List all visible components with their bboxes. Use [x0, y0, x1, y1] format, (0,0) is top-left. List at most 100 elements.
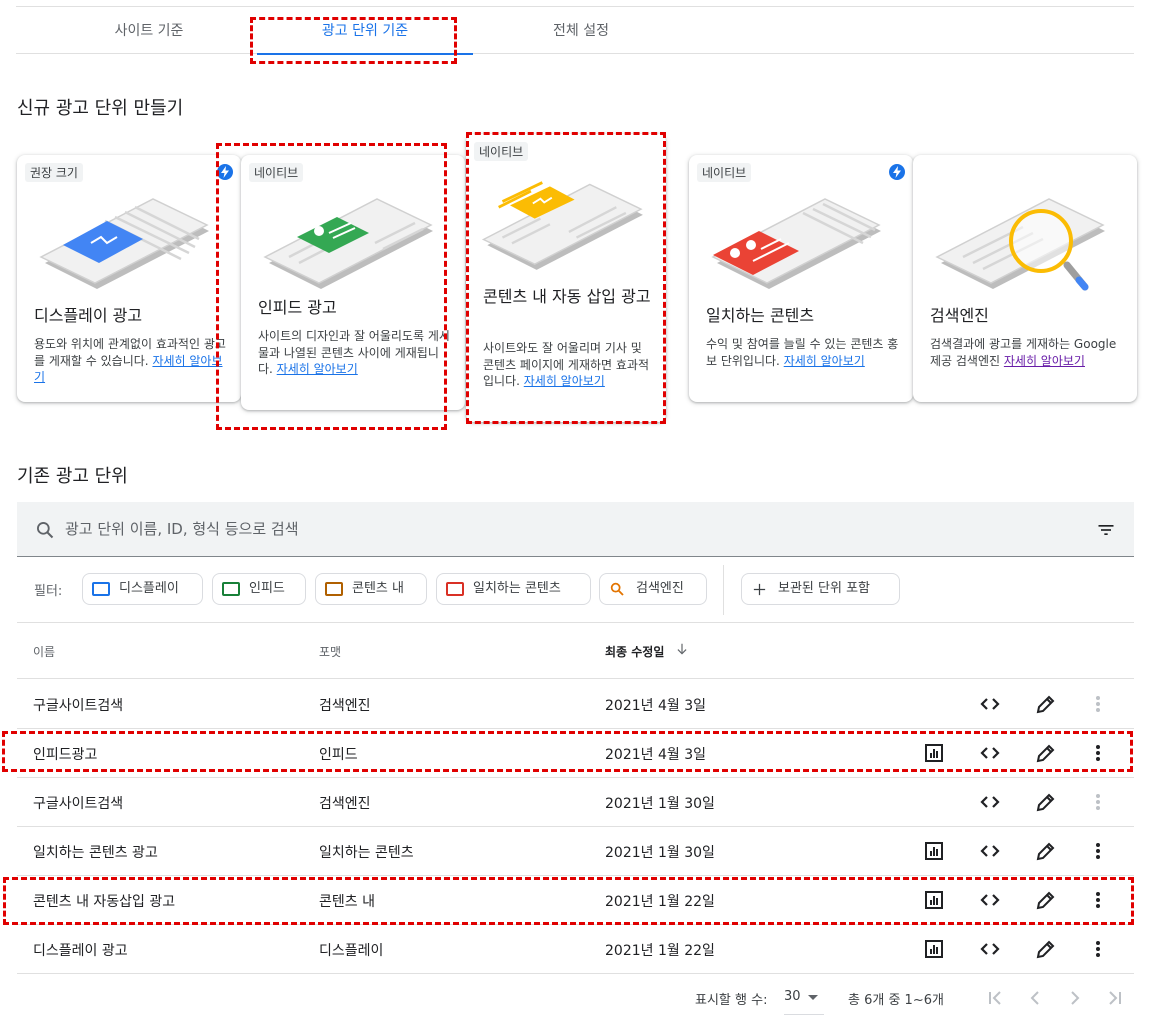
code-icon[interactable] — [978, 741, 1002, 765]
more-vert-icon — [1086, 692, 1110, 716]
report-icon[interactable] — [922, 839, 946, 863]
ad-unit-last-modified: 2021년 4월 3일 — [605, 698, 706, 714]
previous-page-icon[interactable] — [1023, 986, 1047, 1010]
dropdown-arrow-icon — [808, 995, 818, 1000]
ad-unit-format: 검색엔진 — [319, 796, 371, 812]
display-ad-illustration — [39, 198, 209, 289]
ad-unit-last-modified: 2021년 1월 22일 — [605, 943, 715, 959]
card-badge: 권장 크기 — [25, 163, 83, 182]
include-archived-chip[interactable]: 보관된 단위 포함 — [741, 573, 900, 605]
ad-unit-format: 검색엔진 — [319, 698, 371, 714]
code-icon[interactable] — [978, 888, 1002, 912]
last-page-icon[interactable] — [1103, 986, 1127, 1010]
card-title: 인피드 광고 — [258, 298, 337, 317]
ad-unit-search-bar — [17, 502, 1134, 557]
table-row: 구글사이트검색 검색엔진 2021년 1월 30일 — [17, 778, 1134, 827]
ad-unit-name[interactable]: 디스플레이 광고 — [33, 940, 128, 960]
column-header-name[interactable]: 이름 — [33, 643, 55, 660]
filter-chip-search-engine[interactable]: 검색엔진 — [599, 573, 707, 605]
card-title: 콘텐츠 내 자동 삽입 광고 — [483, 287, 651, 306]
filter-chip-matched-content[interactable]: 일치하는 콘텐츠 — [436, 573, 591, 605]
chip-label: 일치하는 콘텐츠 — [473, 581, 561, 596]
filter-bar: 필터: 디스플레이 인피드 콘텐츠 내 일치하는 콘텐츠 검색엔진 보관된 단위… — [17, 565, 1134, 615]
filter-list-icon[interactable] — [1096, 520, 1116, 540]
edit-pencil-icon[interactable] — [1034, 888, 1058, 912]
learn-more-link[interactable]: 자세히 알아보기 — [784, 354, 865, 368]
learn-more-link[interactable]: 자세히 알아보기 — [524, 374, 605, 388]
table-row: 구글사이트검색 검색엔진 2021년 4월 3일 — [17, 680, 1134, 729]
chip-label: 디스플레이 — [119, 581, 179, 596]
ad-unit-name[interactable]: 구글사이트검색 — [33, 695, 123, 715]
chip-label: 보관된 단위 포함 — [778, 581, 870, 596]
more-vert-icon[interactable] — [1086, 888, 1110, 912]
card-matched-content[interactable]: 네이티브 일치하는 콘텐츠 수익 및 참여를 늘릴 수 있는 콘텐츠 홍보 단위… — [689, 155, 913, 402]
tab-by-site[interactable]: 사이트 기준 — [74, 8, 224, 54]
report-icon[interactable] — [922, 888, 946, 912]
search-input[interactable] — [65, 512, 965, 546]
ad-unit-last-modified: 2021년 1월 30일 — [605, 845, 715, 861]
first-page-icon[interactable] — [983, 986, 1007, 1010]
report-icon[interactable] — [922, 741, 946, 765]
search-engine-illustration — [935, 198, 1105, 291]
page-range-text: 총 6개 중 1~6개 — [848, 993, 944, 1008]
code-icon[interactable] — [978, 839, 1002, 863]
code-icon[interactable] — [978, 692, 1002, 716]
search-icon — [610, 582, 624, 596]
ad-unit-format: 일치하는 콘텐츠 — [319, 845, 414, 861]
card-description: 용도와 위치에 관계없이 효과적인 광고를 게재할 수 있습니다. 자세히 알아… — [34, 337, 226, 384]
ad-unit-last-modified: 2021년 4월 3일 — [605, 747, 706, 763]
card-title: 디스플레이 광고 — [34, 306, 143, 325]
column-header-last-modified[interactable]: 최종 수정일 — [605, 643, 664, 660]
more-vert-icon[interactable] — [1086, 937, 1110, 961]
infeed-ad-illustration — [263, 198, 433, 289]
display-format-icon — [92, 582, 110, 596]
column-header-format[interactable]: 포맷 — [319, 643, 341, 660]
card-description: 사이트의 디자인과 잘 어울리도록 게시물과 나열된 콘텐츠 사이에 게재됩니다… — [258, 329, 450, 376]
plus-icon — [753, 583, 766, 596]
more-vert-icon[interactable] — [1086, 839, 1110, 863]
code-icon[interactable] — [978, 937, 1002, 961]
edit-pencil-icon[interactable] — [1034, 839, 1058, 863]
card-infeed-ad[interactable]: 네이티브 인피드 광고 사이트의 디자인과 잘 어울리도록 게시물과 나열된 콘… — [241, 155, 465, 410]
card-badge: 네이티브 — [249, 163, 304, 182]
edit-pencil-icon[interactable] — [1034, 741, 1058, 765]
ad-unit-format: 인피드 — [319, 747, 358, 763]
ad-unit-name[interactable]: 구글사이트검색 — [33, 793, 123, 813]
card-badge: 네이티브 — [697, 163, 752, 182]
card-display-ad[interactable]: 권장 크기 디스플레이 광고 용도와 위치에 관계없이 효과적인 광고를 게재할… — [17, 155, 241, 402]
tab-global-settings[interactable]: 전체 설정 — [506, 8, 656, 54]
new-ad-unit-heading: 신규 광고 단위 만들기 — [17, 98, 184, 119]
rows-per-page-select[interactable]: 30 — [784, 989, 824, 1015]
filter-chip-in-article[interactable]: 콘텐츠 내 — [315, 573, 427, 605]
in-article-ad-illustration — [481, 181, 643, 270]
table-row: 콘텐츠 내 자동삽입 광고 콘텐츠 내 2021년 1월 22일 — [17, 876, 1134, 925]
tab-by-ad-unit[interactable]: 광고 단위 기준 — [257, 8, 473, 55]
card-description: 사이트와도 잘 어울리며 기사 및 콘텐츠 페이지에 게재하면 효과적입니다. … — [483, 341, 650, 388]
bolt-icon — [889, 164, 905, 180]
card-in-article-ad[interactable]: 네이티브 콘텐츠 내 자동 삽입 광고 사이트와도 잘 어울리며 기사 및 콘텐… — [466, 134, 666, 422]
chip-label: 검색엔진 — [636, 581, 684, 596]
table-row: 일치하는 콘텐츠 광고 일치하는 콘텐츠 2021년 1월 30일 — [17, 827, 1134, 876]
next-page-icon[interactable] — [1063, 986, 1087, 1010]
existing-ad-units-heading: 기존 광고 단위 — [17, 466, 128, 487]
matched-content-format-icon — [446, 582, 464, 596]
edit-pencil-icon[interactable] — [1034, 790, 1058, 814]
ad-unit-name[interactable]: 인피드광고 — [33, 744, 97, 764]
report-icon[interactable] — [922, 937, 946, 961]
more-vert-icon[interactable] — [1086, 741, 1110, 765]
code-icon[interactable] — [978, 790, 1002, 814]
ad-unit-name[interactable]: 일치하는 콘텐츠 광고 — [33, 842, 158, 862]
edit-pencil-icon[interactable] — [1034, 937, 1058, 961]
card-title: 검색엔진 — [930, 306, 989, 325]
card-search-engine[interactable]: 검색엔진 검색결과에 광고를 게재하는 Google 제공 검색엔진 자세히 알… — [913, 155, 1137, 402]
filter-chip-infeed[interactable]: 인피드 — [212, 573, 306, 605]
filter-chip-display[interactable]: 디스플레이 — [82, 573, 203, 605]
table-header: 이름 포맷 최종 수정일 — [17, 623, 1134, 679]
top-divider — [16, 6, 1134, 7]
learn-more-link[interactable]: 자세히 알아보기 — [277, 362, 358, 376]
arrow-down-icon[interactable] — [675, 642, 689, 656]
learn-more-link[interactable]: 자세히 알아보기 — [1004, 354, 1085, 368]
edit-pencil-icon[interactable] — [1034, 692, 1058, 716]
ad-unit-name[interactable]: 콘텐츠 내 자동삽입 광고 — [33, 891, 175, 911]
card-description: 검색결과에 광고를 게재하는 Google 제공 검색엔진 자세히 알아보기 — [930, 337, 1117, 368]
